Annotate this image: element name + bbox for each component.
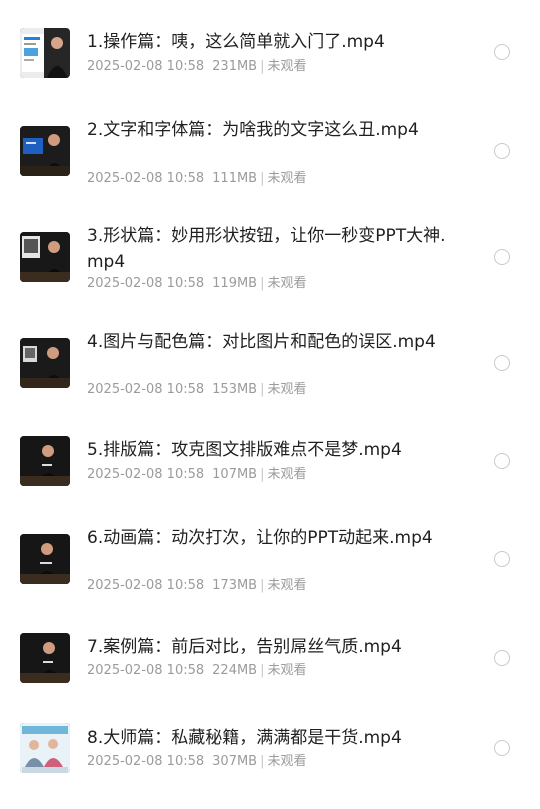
select-radio[interactable] [494,551,510,567]
watch-status: 未观看 [267,754,307,769]
video-thumbnail [20,232,70,282]
file-date: 2025-02-08 10:58 [87,663,205,678]
video-thumbnail [20,633,70,683]
file-meta: 2025-02-08 10:58 231MB | 未观看 [87,58,307,76]
file-size: 173MB [212,578,258,593]
file-meta: 2025-02-08 10:58 153MB | 未观看 [87,381,307,399]
file-size: 307MB [212,754,258,769]
file-size: 224MB [212,663,258,678]
file-size: 107MB [212,467,258,482]
file-date: 2025-02-08 10:58 [87,59,205,74]
file-name[interactable]: 8.大师篇：私藏秘籍，满满都是干货.mp4 [87,725,462,751]
video-thumbnail [20,338,70,388]
watch-status: 未观看 [267,59,307,74]
video-thumbnail [20,436,70,486]
select-radio[interactable] [494,249,510,265]
video-thumbnail [20,28,70,78]
select-radio[interactable] [494,453,510,469]
file-name[interactable]: 4.图片与配色篇：对比图片和配色的误区.mp4 [87,329,462,355]
meta-divider: | [260,59,265,74]
file-date: 2025-02-08 10:58 [87,276,205,291]
file-size: 111MB [212,171,258,186]
file-meta: 2025-02-08 10:58 107MB | 未观看 [87,466,307,484]
file-size: 119MB [212,276,258,291]
file-name[interactable]: 3.形状篇：妙用形状按钮，让你一秒变PPT大神.mp4 [87,223,462,275]
video-thumbnail [20,723,70,773]
file-name[interactable]: 6.动画篇：动次打次，让你的PPT动起来.mp4 [87,525,462,551]
file-meta: 2025-02-08 10:58 173MB | 未观看 [87,577,307,595]
file-meta: 2025-02-08 10:58 307MB | 未观看 [87,753,307,771]
watch-status: 未观看 [267,663,307,678]
file-name[interactable]: 2.文字和字体篇：为啥我的文字这么丑.mp4 [87,117,462,143]
watch-status: 未观看 [267,467,307,482]
meta-divider: | [260,467,265,482]
file-date: 2025-02-08 10:58 [87,171,205,186]
file-meta: 2025-02-08 10:58 119MB | 未观看 [87,275,307,293]
file-name[interactable]: 5.排版篇：攻克图文排版难点不是梦.mp4 [87,437,462,463]
file-date: 2025-02-08 10:58 [87,754,205,769]
select-radio[interactable] [494,355,510,371]
meta-divider: | [260,171,265,186]
file-name[interactable]: 1.操作篇：咦，这么简单就入门了.mp4 [87,29,462,55]
select-radio[interactable] [494,44,510,60]
watch-status: 未观看 [267,578,307,593]
file-name[interactable]: 7.案例篇：前后对比，告别屌丝气质.mp4 [87,634,462,660]
meta-divider: | [260,276,265,291]
file-date: 2025-02-08 10:58 [87,382,205,397]
meta-divider: | [260,578,265,593]
file-meta: 2025-02-08 10:58 224MB | 未观看 [87,662,307,680]
watch-status: 未观看 [267,276,307,291]
file-meta: 2025-02-08 10:58 111MB | 未观看 [87,170,307,188]
watch-status: 未观看 [267,382,307,397]
meta-divider: | [260,754,265,769]
file-date: 2025-02-08 10:58 [87,578,205,593]
file-size: 153MB [212,382,258,397]
select-radio[interactable] [494,143,510,159]
file-size: 231MB [212,59,258,74]
watch-status: 未观看 [267,171,307,186]
file-list: 1.操作篇：咦，这么简单就入门了.mp4 2025-02-08 10:58 231… [0,0,540,809]
video-thumbnail [20,126,70,176]
meta-divider: | [260,382,265,397]
select-radio[interactable] [494,650,510,666]
meta-divider: | [260,663,265,678]
video-thumbnail [20,534,70,584]
select-radio[interactable] [494,740,510,756]
file-date: 2025-02-08 10:58 [87,467,205,482]
